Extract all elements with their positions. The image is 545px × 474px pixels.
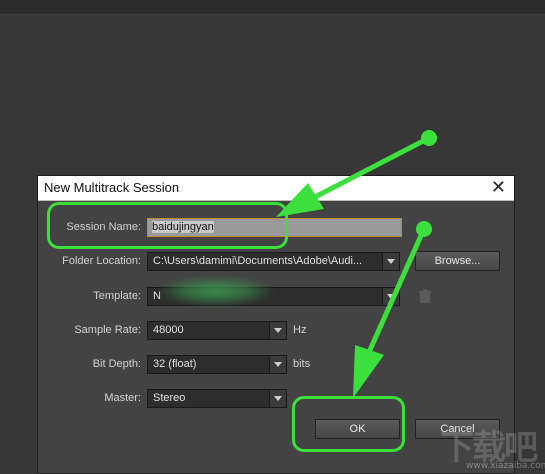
arrow-to-session-name — [276, 130, 437, 217]
arrow-to-ok-button — [353, 221, 432, 398]
watermark-url: www.xiazaiba.com — [466, 461, 545, 471]
annotation-arrows — [276, 130, 437, 398]
